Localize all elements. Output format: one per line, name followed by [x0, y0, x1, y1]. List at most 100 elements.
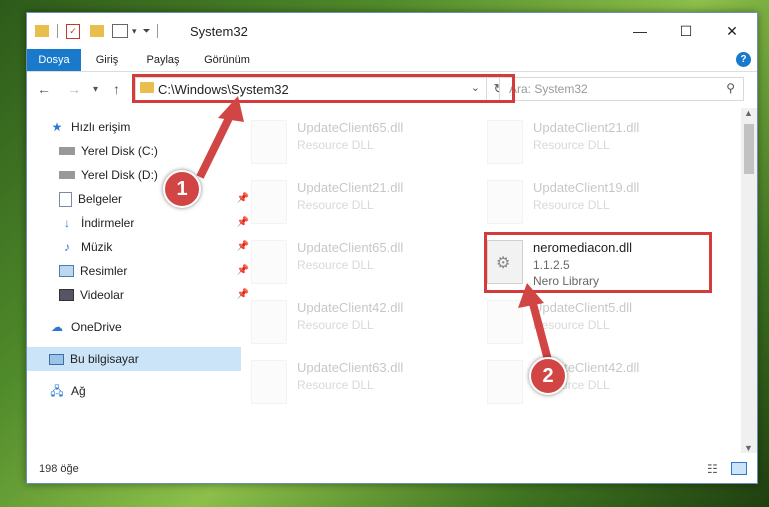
sidebar-item-label: Belgeler — [78, 192, 123, 206]
tab-file[interactable]: Dosya — [27, 49, 81, 71]
file-type: Resource DLL — [297, 258, 374, 272]
quick-access-toolbar: ✓ ▾ ⏷ — [35, 22, 158, 40]
file-highlight-box — [484, 232, 712, 293]
properties-icon[interactable]: ✓ — [66, 23, 80, 39]
callout-badge-1: 1 — [163, 170, 201, 208]
file-type: Resource DLL — [533, 138, 610, 152]
file-tile[interactable]: UpdateClient42.dll Resource DLL — [485, 356, 715, 408]
sidebar-item-label: Resimler — [80, 264, 128, 278]
file-tile[interactable]: UpdateClient21.dll Resource DLL — [249, 176, 479, 228]
sidebar-item-label: Bu bilgisayar — [70, 352, 139, 366]
up-arrow-icon[interactable]: ↑ — [113, 81, 120, 97]
file-type: Resource DLL — [533, 198, 610, 212]
scroll-down-icon[interactable]: ▼ — [744, 443, 753, 453]
separator — [57, 24, 58, 38]
folder-icon[interactable] — [35, 25, 49, 37]
file-name: UpdateClient5.dll — [533, 300, 633, 315]
explorer-window: ✓ ▾ ⏷ System32 — ☐ ✕ Dosya Giriş Paylaş … — [26, 12, 758, 484]
sidebar-item-pictures[interactable]: Resimler 📌 — [27, 259, 251, 283]
details-view-icon[interactable]: ☷ — [707, 462, 718, 476]
chevron-down-icon[interactable]: ▾ — [132, 26, 137, 37]
file-tile[interactable]: UpdateClient19.dll Resource DLL — [485, 176, 715, 228]
sidebar-item-onedrive[interactable]: ☁ OneDrive — [27, 315, 241, 339]
file-name: UpdateClient63.dll — [297, 360, 404, 375]
file-name: UpdateClient19.dll — [533, 180, 640, 195]
search-icon[interactable]: ⚲ — [726, 81, 735, 95]
download-icon: ↓ — [64, 216, 70, 230]
file-type: Resource DLL — [533, 318, 610, 332]
computer-icon — [49, 353, 64, 365]
music-icon: ♪ — [64, 240, 70, 254]
customize-icon[interactable]: ⏷ — [143, 26, 151, 37]
sidebar-item-disk-c[interactable]: Yerel Disk (C:) — [27, 139, 251, 163]
file-tile[interactable]: UpdateClient21.dll Resource DLL — [485, 116, 715, 168]
dll-file-icon — [487, 120, 523, 164]
sidebar-item-label: OneDrive — [71, 320, 122, 334]
sidebar-item-label: Hızlı erişim — [71, 120, 131, 134]
scrollbar-thumb[interactable] — [744, 124, 754, 174]
maximize-button[interactable]: ☐ — [663, 13, 709, 49]
sidebar-item-label: Müzik — [81, 240, 113, 254]
tab-share[interactable]: Paylaş — [139, 49, 187, 71]
file-tile[interactable]: UpdateClient65.dll Resource DLL — [249, 236, 479, 288]
dll-file-icon — [251, 360, 287, 404]
star-icon: ★ — [51, 120, 63, 134]
ribbon-tabs: Dosya Giriş Paylaş Görünüm ? — [27, 49, 757, 72]
sidebar-item-label: İndirmeler — [81, 216, 135, 230]
status-bar: 198 öğe ☷ — [27, 458, 757, 482]
file-type: Resource DLL — [297, 378, 374, 392]
forward-arrow-icon[interactable]: → — [67, 81, 81, 97]
dll-file-icon — [251, 240, 287, 284]
tab-home[interactable]: Giriş — [87, 49, 127, 71]
minimize-button[interactable]: — — [617, 13, 663, 49]
vertical-scrollbar[interactable]: ▲ ▼ — [741, 108, 757, 453]
file-type: Resource DLL — [297, 138, 374, 152]
sidebar-item-this-pc[interactable]: Bu bilgisayar — [27, 347, 241, 371]
large-icons-view-icon[interactable] — [731, 462, 747, 475]
sidebar-item-disk-d[interactable]: Yerel Disk (D:) — [27, 163, 251, 187]
back-arrow-icon[interactable]: ← — [37, 81, 51, 97]
sidebar-item-downloads[interactable]: ↓ İndirmeler 📌 — [27, 211, 251, 235]
sidebar-item-label: Yerel Disk (D:) — [81, 168, 158, 182]
file-name: UpdateClient65.dll — [297, 120, 404, 135]
file-name: UpdateClient65.dll — [297, 240, 404, 255]
file-type: Resource DLL — [297, 318, 374, 332]
file-tile[interactable]: UpdateClient5.dll Resource DLL — [485, 296, 715, 348]
file-name: UpdateClient21.dll — [297, 180, 404, 195]
documents-icon — [59, 191, 72, 207]
file-tile[interactable]: UpdateClient63.dll Resource DLL — [249, 356, 479, 408]
callout-badge-2: 2 — [529, 357, 567, 395]
navigation-pane: ★ Hızlı erişim Yerel Disk (C:) Yerel Dis… — [27, 108, 249, 453]
search-placeholder[interactable]: Ara: System32 — [509, 82, 588, 96]
recent-locations-chevron-icon[interactable]: ▾ — [93, 84, 98, 95]
file-tile[interactable]: UpdateClient42.dll Resource DLL — [249, 296, 479, 348]
file-type: Resource DLL — [297, 198, 374, 212]
rename-icon[interactable] — [112, 24, 128, 38]
dll-file-icon — [487, 180, 523, 224]
scroll-up-icon[interactable]: ▲ — [744, 108, 753, 118]
title-bar: ✓ ▾ ⏷ System32 — ☐ ✕ — [27, 13, 757, 49]
sidebar-item-documents[interactable]: Belgeler 📌 — [27, 187, 251, 211]
window-title: System32 — [190, 24, 248, 39]
sidebar-item-videos[interactable]: Videolar 📌 — [27, 283, 251, 307]
tab-view[interactable]: Görünüm — [197, 49, 257, 71]
dll-file-icon — [251, 300, 287, 344]
dll-file-icon — [251, 120, 287, 164]
address-highlight-box — [132, 74, 515, 103]
sidebar-item-label: Ağ — [71, 384, 86, 398]
file-tile[interactable]: UpdateClient65.dll Resource DLL — [249, 116, 479, 168]
help-button[interactable]: ? — [736, 52, 751, 67]
sidebar-item-quick-access[interactable]: ★ Hızlı erişim — [27, 115, 241, 139]
separator — [156, 24, 158, 38]
close-button[interactable]: ✕ — [709, 13, 755, 49]
network-icon: 🖧 — [50, 384, 64, 398]
drive-icon — [59, 171, 75, 179]
cloud-icon: ☁ — [51, 320, 63, 334]
sidebar-item-network[interactable]: 🖧 Ağ — [27, 379, 241, 403]
new-folder-icon[interactable] — [90, 25, 104, 37]
dll-file-icon — [487, 360, 523, 404]
dll-file-icon — [487, 300, 523, 344]
sidebar-item-music[interactable]: ♪ Müzik 📌 — [27, 235, 251, 259]
file-name: UpdateClient21.dll — [533, 120, 640, 135]
search-box[interactable]: Ara: System32 ⚲ — [499, 77, 744, 101]
